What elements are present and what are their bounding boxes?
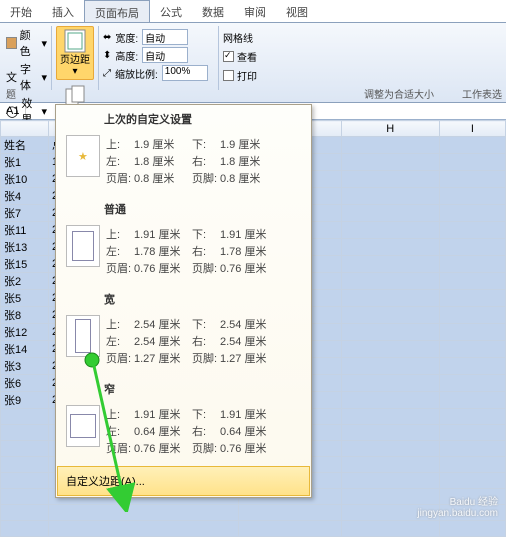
height-input[interactable]: 自动	[142, 47, 188, 63]
gridlines-label: 网格线	[223, 30, 253, 45]
normal-label: 普通	[56, 195, 311, 221]
tab-view[interactable]: 视图	[276, 0, 318, 22]
themes-label: 题	[6, 86, 16, 101]
ribbon-tabs: 开始 插入 页面布局 公式 数据 审阅 视图	[0, 0, 506, 23]
print-gridlines-checkbox[interactable]	[223, 70, 234, 81]
preset-preview-icon	[66, 315, 100, 357]
preset-preview-icon	[66, 405, 100, 447]
scale-group-label: 调整为合适大小	[364, 86, 434, 101]
ribbon: 颜色 ▾ 文字体 ▾ ◯效果 ▾ 题 页边距▾ 纸张方向 纸张大小 打印区域 分…	[0, 23, 506, 103]
tab-review[interactable]: 审阅	[234, 0, 276, 22]
wide-label: 宽	[56, 285, 311, 311]
last-custom-label: 上次的自定义设置	[56, 105, 311, 131]
sheet-options-label: 工作表选	[462, 86, 502, 101]
col-header-A[interactable]	[1, 121, 49, 137]
sheet-options-group: 网格线 查看 打印 工作表选	[219, 26, 279, 90]
watermark: Baidu 经验 jingyan.baidu.com	[417, 493, 498, 519]
col-header-I[interactable]: I	[439, 121, 505, 137]
margins-button[interactable]: 页边距▾	[56, 26, 94, 80]
preset-preview-icon	[66, 135, 100, 177]
width-label: 宽度:	[115, 30, 138, 45]
width-icon: ⬌	[103, 32, 111, 43]
tab-formulas[interactable]: 公式	[150, 0, 192, 22]
scale-icon: ⤢	[103, 68, 111, 79]
preset-last-custom[interactable]: 上:1.9 厘米下:1.9 厘米 左:1.8 厘米右:1.8 厘米 页眉:0.8…	[56, 131, 311, 195]
view-gridlines-checkbox[interactable]	[223, 51, 234, 62]
preset-narrow[interactable]: 上:1.91 厘米下:1.91 厘米 左:0.64 厘米右:0.64 厘米 页眉…	[56, 401, 311, 465]
scale-label: 缩放比例:	[115, 66, 158, 81]
print-label: 打印	[237, 68, 257, 83]
view-label: 查看	[237, 49, 257, 64]
margins-dropdown: 上次的自定义设置 上:1.9 厘米下:1.9 厘米 左:1.8 厘米右:1.8 …	[55, 104, 312, 498]
tab-data[interactable]: 数据	[192, 0, 234, 22]
font-icon: 文	[6, 69, 17, 85]
tab-insert[interactable]: 插入	[42, 0, 84, 22]
col-header-H[interactable]: H	[341, 121, 439, 137]
preset-normal[interactable]: 上:1.91 厘米下:1.91 厘米 左:1.78 厘米右:1.78 厘米 页眉…	[56, 221, 311, 285]
scale-input[interactable]: 100%	[162, 65, 208, 81]
height-label: 高度:	[115, 48, 138, 63]
margins-icon	[62, 29, 88, 53]
effects-icon: ◯	[6, 105, 18, 118]
themes-group: 颜色 ▾ 文字体 ▾ ◯效果 ▾ 题	[2, 26, 52, 90]
fonts-button[interactable]: 字体	[20, 61, 38, 93]
preset-preview-icon	[66, 225, 100, 267]
page-setup-group: 页边距▾ 纸张方向 纸张大小 打印区域 分隔符 背景 打印标题	[52, 26, 99, 90]
narrow-label: 窄	[56, 375, 311, 401]
colors-button[interactable]: 颜色	[20, 27, 39, 59]
height-icon: ⬍	[103, 50, 111, 61]
scale-group: ⬌宽度:自动 ⬍高度:自动 ⤢缩放比例:100% 调整为合适大小	[99, 26, 219, 90]
width-input[interactable]: 自动	[142, 29, 188, 45]
color-swatch-icon	[6, 37, 17, 49]
tab-home[interactable]: 开始	[0, 0, 42, 22]
preset-wide[interactable]: 上:2.54 厘米下:2.54 厘米 左:2.54 厘米右:2.54 厘米 页眉…	[56, 311, 311, 375]
tab-page-layout[interactable]: 页面布局	[84, 0, 150, 22]
custom-margins-button[interactable]: 自定义边距(A)...	[57, 466, 310, 496]
